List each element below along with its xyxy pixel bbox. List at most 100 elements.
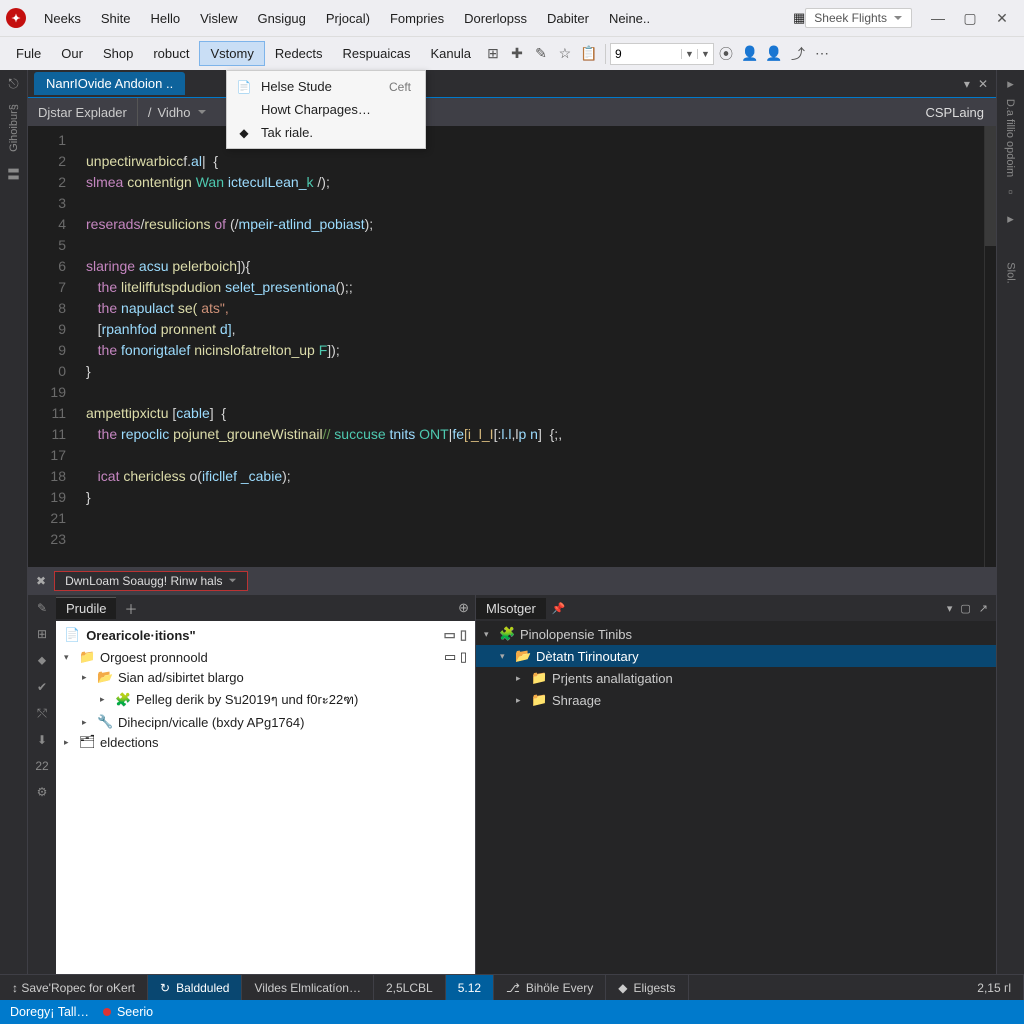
tab-mlsotger[interactable]: Mlsotger <box>476 598 546 619</box>
caret-icon[interactable]: ▸ <box>100 694 110 705</box>
code-line[interactable] <box>86 130 996 151</box>
add-tab-icon[interactable]: ＋ <box>116 599 145 618</box>
gutter-icon[interactable]: ✔ <box>37 680 47 694</box>
menu-dorerlopss[interactable]: Dorerlopss <box>454 7 537 30</box>
chevron-down-icon[interactable]: ▼ <box>697 49 713 59</box>
status-build[interactable]: ↻ Baldduled <box>148 975 242 1000</box>
solution-tree[interactable]: 📄Orearicole·itions" ▭▯ ▾📁Orgoest pronnoo… <box>56 621 475 974</box>
tree-row[interactable]: ▾📁Orgoest pronnoold▭ ▯ <box>56 647 475 667</box>
menu-neine..[interactable]: Neine.. <box>599 7 660 30</box>
tool-user2-icon[interactable]: 👤 <box>762 45 786 62</box>
footer-seerio[interactable]: Seerio <box>103 1005 153 1019</box>
tool-user-icon[interactable]: 👤 <box>738 45 762 62</box>
numeric-combo[interactable]: ▼ ▼ <box>610 43 714 65</box>
code-line[interactable]: unpectirwarbiccf.al| { <box>86 151 996 172</box>
code-line[interactable]: the napulact se( ats", <box>86 298 996 319</box>
tab-close-icon[interactable]: ✕ <box>978 77 988 91</box>
dropdown-item[interactable]: 📄Helse StudeCeft <box>227 75 425 98</box>
tree-row[interactable]: ▸🔧Dihecipn/vicalle (bxdy APg1764) <box>56 712 475 732</box>
sidebar-label[interactable]: Gihoibur§ <box>8 104 20 152</box>
scroll-thumb[interactable] <box>985 126 996 246</box>
menu2-fule[interactable]: Fule <box>6 42 51 65</box>
status-branch[interactable]: ⎇ Bihöle Every <box>494 975 606 1000</box>
tree-row[interactable]: ▸📂Sian ad/sibirtet blargo <box>56 667 475 687</box>
menu2-shop[interactable]: Shop <box>93 42 143 65</box>
caret-icon[interactable]: ▸ <box>516 673 526 684</box>
tool-edit-icon[interactable]: ✎ <box>529 45 553 62</box>
menu2-respuaicas[interactable]: Respuaicas <box>333 42 421 65</box>
caret-icon[interactable]: ▸ <box>82 717 92 728</box>
header-btn-icon[interactable]: ▯ <box>460 627 467 643</box>
pin-icon[interactable]: 📌 <box>546 602 572 615</box>
tree-row[interactable]: ▾🧩Pinolopensie Tinibs <box>476 623 996 645</box>
menu-prjocal)[interactable]: Prjocal) <box>316 7 380 30</box>
sidebar-label[interactable]: Slol. <box>1005 262 1017 283</box>
tool-paste-icon[interactable]: 📋 <box>577 45 601 62</box>
code-line[interactable] <box>86 529 996 550</box>
code-line[interactable] <box>86 445 996 466</box>
menu-fompries[interactable]: Fompries <box>380 7 454 30</box>
sidebar-icon[interactable]: ▸ <box>1007 211 1014 227</box>
row-btn-icon[interactable]: ▭ ▯ <box>444 649 467 665</box>
menu2-redects[interactable]: Redects <box>265 42 333 65</box>
scroll-map[interactable] <box>984 126 996 567</box>
code-line[interactable] <box>86 193 996 214</box>
menu-hello[interactable]: Hello <box>141 7 191 30</box>
caret-icon[interactable]: ▾ <box>484 629 494 640</box>
menu-shite[interactable]: Shite <box>91 7 141 30</box>
sidebar-icon[interactable]: ▸ <box>1007 76 1014 92</box>
window-minimize-button[interactable]: — <box>922 10 954 26</box>
gutter-icon[interactable]: ⊞ <box>37 627 47 641</box>
tab-prudile[interactable]: Prudile <box>56 597 116 619</box>
sidebar-icon[interactable]: ▫ <box>1008 184 1013 199</box>
debug-config-combo[interactable]: DwnLoam Soaugg! Rinw hals <box>54 571 248 591</box>
tree-row[interactable]: ▸📁Shraage <box>476 689 996 711</box>
sheek-icon[interactable]: ▦ <box>793 10 805 26</box>
code-line[interactable]: ampettipxictu [cable] { <box>86 403 996 424</box>
gutter-icon[interactable]: ⤲ <box>37 706 47 721</box>
code-line[interactable] <box>86 235 996 256</box>
dropdown-item[interactable]: Howt Charpages… <box>227 98 425 121</box>
document-tab[interactable]: NanrIOvide Andoion .. <box>34 72 185 95</box>
panel-min-icon[interactable]: ▾ <box>947 602 953 615</box>
tree-row[interactable]: ▸🗂eldections <box>56 732 475 752</box>
tool-more-icon[interactable]: ⋯ <box>810 45 834 62</box>
tool-globe-icon[interactable]: ⦿ <box>714 44 738 64</box>
chevron-down-icon[interactable]: ▼ <box>681 49 697 59</box>
caret-icon[interactable]: ▾ <box>500 651 510 662</box>
code-line[interactable]: } <box>86 487 996 508</box>
menu2-robuct[interactable]: robuct <box>143 42 199 65</box>
sidebar-icon[interactable]: ⎋ <box>8 76 18 92</box>
menu-gnsigug[interactable]: Gnsigug <box>247 7 315 30</box>
breadcrumb-a[interactable]: Djstar Explader <box>28 98 138 126</box>
tree-row[interactable]: ▸📁Prjents anallatigation <box>476 667 996 689</box>
menu-dabiter[interactable]: Dabiter <box>537 7 599 30</box>
sidebar-label[interactable]: D.a fillio opdoim <box>1005 99 1017 177</box>
menu-neeks[interactable]: Neeks <box>34 7 91 30</box>
tool-up-icon[interactable]: ⤴ <box>786 44 810 64</box>
breadcrumb-region[interactable]: CSPLaing <box>913 105 996 120</box>
code-line[interactable]: slaringe acsu pelerboich]){ <box>86 256 996 277</box>
panel-pop-icon[interactable]: ↗ <box>979 602 988 615</box>
code-area[interactable]: unpectirwarbiccf.al| {slmea contentign W… <box>78 126 996 567</box>
project-tree[interactable]: ▾🧩Pinolopensie Tinibs▾📂Dètatn Tirinoutar… <box>476 621 996 974</box>
caret-icon[interactable]: ▸ <box>64 737 74 748</box>
sheek-flights-combo[interactable]: Sheek Flights <box>805 8 912 28</box>
panel-pin-icon[interactable]: ⊕ <box>452 600 475 616</box>
code-line[interactable]: the liteliffutspdudion selet_presentiona… <box>86 277 996 298</box>
tool-icon-1[interactable]: ⊞ <box>481 45 505 62</box>
code-line[interactable]: the fonorigtalef nicinslofatrelton_up F]… <box>86 340 996 361</box>
status-eligests[interactable]: ◆ Eligests <box>606 975 688 1000</box>
status-vildes[interactable]: Vildes Elmlicatíon… <box>242 975 374 1000</box>
numeric-combo-input[interactable] <box>611 47 681 61</box>
window-restore-button[interactable]: ▢ <box>954 10 986 27</box>
status-save[interactable]: ↕ Save'Ropec for oKert <box>0 975 148 1000</box>
tab-dropdown-icon[interactable]: ▾ <box>964 77 970 91</box>
panel-max-icon[interactable]: ▢ <box>960 602 970 615</box>
menu2-kanula[interactable]: Kanula <box>420 42 480 65</box>
menu2-vstomy[interactable]: Vstomy <box>199 41 264 66</box>
caret-icon[interactable]: ▸ <box>82 672 92 683</box>
gutter-icon[interactable]: ⚙ <box>37 785 48 799</box>
code-line[interactable]: } <box>86 361 996 382</box>
breadcrumb-b[interactable]: /Vidho <box>138 98 217 126</box>
